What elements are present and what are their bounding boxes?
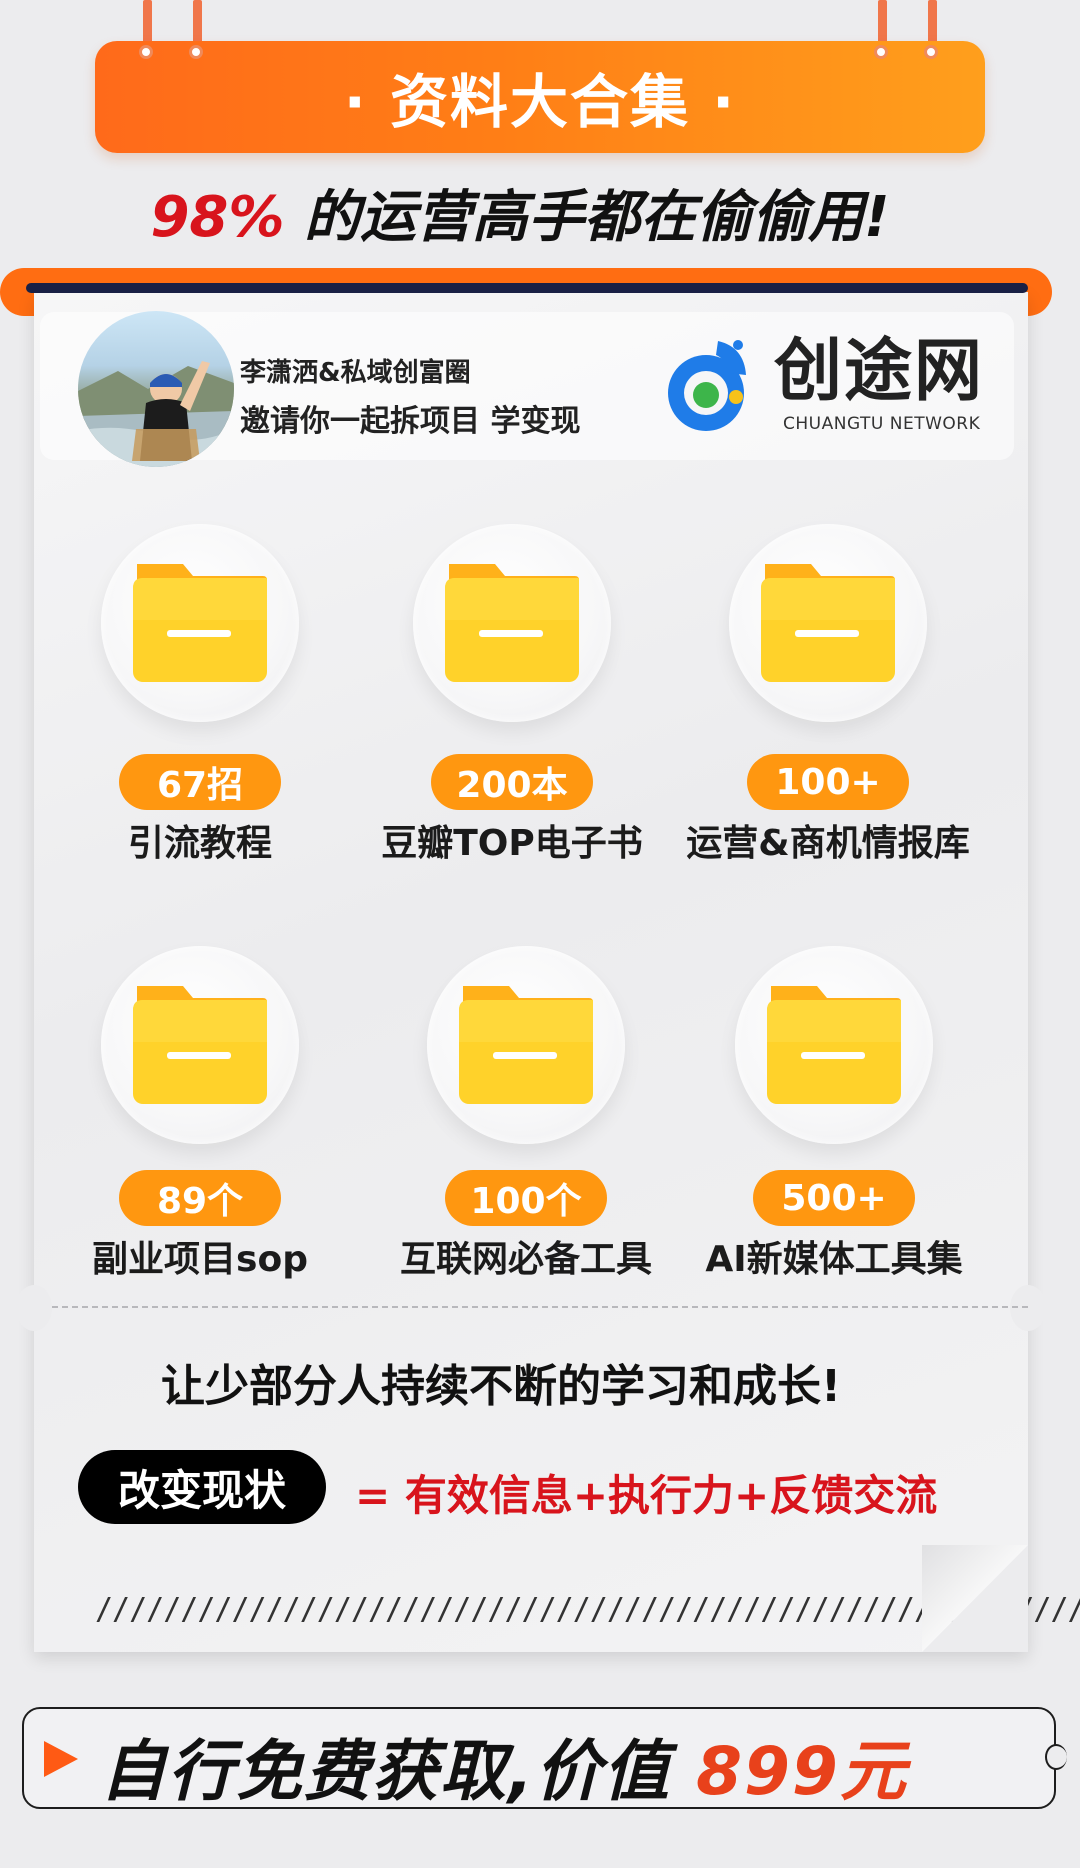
folder-icon xyxy=(759,560,897,684)
card-notch-left xyxy=(16,1285,52,1331)
cta-label: 自行免费获取,价值 xyxy=(100,1733,697,1810)
cta-value: 899元 xyxy=(696,1733,908,1810)
chuangtu-logo-icon xyxy=(668,340,746,431)
formula-text: = 有效信息+执行力+反馈交流 xyxy=(355,1471,938,1520)
resource-label: AI新媒体工具集 xyxy=(705,1239,963,1280)
banner-title: · 资料大合集 · xyxy=(95,41,985,153)
resource-label: 互联网必备工具 xyxy=(399,1239,652,1280)
page-subtitle: 98% 的运营高手都在偷偷用! xyxy=(0,172,1040,253)
card-notch-right xyxy=(1010,1285,1046,1331)
card-divider xyxy=(52,1306,1028,1308)
slogan: 让少部分人持续不断的学习和成长! xyxy=(160,1361,842,1412)
play-triangle-icon xyxy=(44,1741,78,1777)
invite-line-1: 李潇洒&私域创富圈 xyxy=(240,358,471,388)
brand-name: 创途网 xyxy=(774,332,985,411)
avatar-illustration xyxy=(78,361,234,467)
resource-count-badge: 67招 xyxy=(119,754,281,810)
subtitle-percentage: 98% xyxy=(150,185,285,250)
invite-line-2: 邀请你一起拆项目 学变现 xyxy=(240,404,581,439)
banner-ring-right-2 xyxy=(924,45,938,59)
resource-label: 副业项目sop xyxy=(92,1239,308,1280)
change-status-pill: 改变现状 xyxy=(78,1450,326,1524)
avatar xyxy=(78,311,234,467)
banner-ring-right-1 xyxy=(874,45,888,59)
resource-label: 运营&商机情报库 xyxy=(686,823,970,864)
brand-english-name: CHUANGTU NETWORK xyxy=(783,414,981,434)
folder-icon xyxy=(443,560,581,684)
resource-label: 豆瓣TOP电子书 xyxy=(381,823,643,864)
card-top-bar-inner xyxy=(26,283,1028,293)
resource-count-badge: 100+ xyxy=(747,754,909,810)
resource-label: 引流教程 xyxy=(127,823,272,864)
subtitle-text: 的运营高手都在偷偷用! xyxy=(284,185,890,250)
cta-notch xyxy=(1045,1744,1067,1770)
cta-text[interactable]: 自行免费获取,价值 899元 xyxy=(100,1718,908,1814)
resource-count-badge: 500+ xyxy=(753,1170,915,1226)
banner-ring-left-2 xyxy=(189,45,203,59)
resource-count-badge: 100个 xyxy=(445,1170,607,1226)
folder-icon xyxy=(457,982,595,1106)
folder-icon xyxy=(765,982,903,1106)
banner-ring-left-1 xyxy=(139,45,153,59)
resource-count-badge: 200本 xyxy=(431,754,593,810)
resource-count-badge: 89个 xyxy=(119,1170,281,1226)
folder-icon xyxy=(131,560,269,684)
folder-icon xyxy=(131,982,269,1106)
